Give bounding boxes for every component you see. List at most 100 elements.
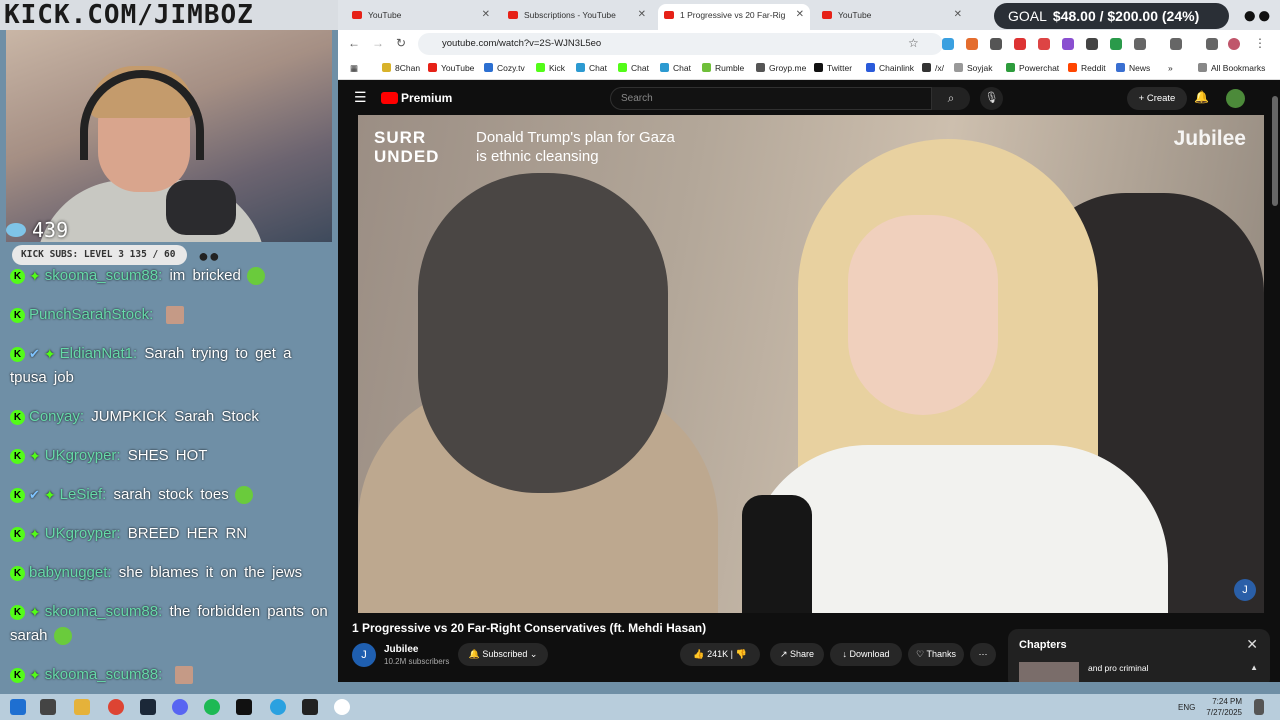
discord-icon[interactable] xyxy=(172,699,188,715)
close-tab-icon[interactable]: ✕ xyxy=(954,4,962,26)
chapter-title[interactable]: and pro criminal xyxy=(1088,663,1148,673)
start-icon[interactable] xyxy=(10,699,26,715)
share-button[interactable]: ↗ Share xyxy=(770,643,824,666)
tab-youtube[interactable]: YouTube ✕ xyxy=(346,4,496,30)
extensions-puzzle-icon[interactable] xyxy=(1134,38,1146,50)
extension-icon[interactable] xyxy=(990,38,1002,50)
close-tab-icon[interactable]: ✕ xyxy=(638,4,646,26)
bookmark-chat[interactable]: Chat xyxy=(576,63,607,73)
reload-icon[interactable]: ↻ xyxy=(396,36,406,50)
caret-up-icon[interactable]: ▲ xyxy=(1250,663,1258,672)
extension-icon[interactable] xyxy=(942,38,954,50)
extension-icon[interactable] xyxy=(1014,38,1026,50)
channel-watermark-icon[interactable]: J xyxy=(1234,579,1256,601)
video-man-head xyxy=(418,173,668,493)
bookmark-kick[interactable]: Kick xyxy=(536,63,565,73)
bookmark-youtube[interactable]: YouTube xyxy=(428,63,474,73)
reading-list-icon[interactable] xyxy=(1206,38,1218,50)
profile-avatar[interactable] xyxy=(1228,38,1240,50)
telegram-icon[interactable] xyxy=(270,699,286,715)
tab-subscriptions[interactable]: Subscriptions - YouTube ✕ xyxy=(502,4,652,30)
tab-youtube-2[interactable]: YouTube ✕ xyxy=(816,4,968,30)
app-icon[interactable] xyxy=(302,699,318,715)
bookmark-twitter[interactable]: Twitter xyxy=(814,63,852,73)
create-button[interactable]: + Create xyxy=(1127,87,1187,110)
download-button[interactable]: ↓ Download xyxy=(830,643,902,666)
kick-badge-icon: K xyxy=(10,604,25,620)
notifications-bell-icon[interactable]: 🔔 xyxy=(1194,90,1209,104)
windows-taskbar: ENG 7:24 PM 7/27/2025 xyxy=(0,694,1280,720)
bookmark-soyjak[interactable]: Soyjak xyxy=(954,63,993,73)
bookmark-reddit[interactable]: Reddit xyxy=(1068,63,1106,73)
channel-name[interactable]: Jubilee xyxy=(384,644,418,655)
video-title: 1 Progressive vs 20 Far-Right Conservati… xyxy=(352,621,707,635)
chrome-icon[interactable] xyxy=(108,699,124,715)
bookmark-news[interactable]: News xyxy=(1116,63,1150,73)
chat-text: JUMPKICK Sarah Stock xyxy=(91,408,259,426)
bookmark-groyp[interactable]: Groyp.me xyxy=(756,63,806,73)
bookmark-8chan[interactable]: 8Chan xyxy=(382,63,420,73)
hamburger-menu-icon[interactable]: ☰ xyxy=(354,89,367,106)
obs-icon[interactable] xyxy=(334,699,350,715)
kick-badge-icon: K xyxy=(10,448,25,464)
task-view-icon[interactable] xyxy=(40,699,56,715)
thanks-button[interactable]: ♡ Thanks xyxy=(908,643,964,666)
bookmark-chat[interactable]: Chat xyxy=(618,63,649,73)
close-tab-icon[interactable]: ✕ xyxy=(796,4,804,26)
logo-text: Premium xyxy=(401,91,453,105)
menu-dots-icon[interactable]: ⋮ xyxy=(1254,36,1266,50)
back-icon[interactable]: ← xyxy=(348,36,360,50)
tab-current-video[interactable]: 1 Progressive vs 20 Far-Rig ✕ xyxy=(658,4,810,30)
bookmark-label: Cozy.tv xyxy=(497,63,525,73)
bookmark-label: Kick xyxy=(549,63,566,73)
account-avatar[interactable] xyxy=(1226,89,1245,108)
extension-icon[interactable] xyxy=(1086,38,1098,50)
bookmark-chainlink[interactable]: Chainlink xyxy=(866,63,914,73)
file-explorer-icon[interactable] xyxy=(74,699,90,715)
more-actions-button[interactable]: ⋯ xyxy=(970,643,996,666)
forward-icon[interactable]: → xyxy=(372,36,384,50)
bookmark-label: Groyp.me xyxy=(769,63,807,73)
channel-avatar[interactable]: J xyxy=(352,643,376,667)
emote-icon xyxy=(53,627,72,646)
spotify-icon[interactable] xyxy=(204,699,220,715)
scrollbar-thumb[interactable] xyxy=(1272,96,1278,206)
bookmark-cozy[interactable]: Cozy.tv xyxy=(484,63,525,73)
youtube-premium-logo[interactable]: Premium xyxy=(381,91,452,105)
video-player[interactable]: SURR UNDED Donald Trump's plan for Gaza … xyxy=(358,115,1264,613)
search-input[interactable]: Search xyxy=(610,87,932,110)
voice-search-button[interactable]: 🎙 xyxy=(980,87,1003,110)
language-indicator[interactable]: ENG xyxy=(1178,703,1195,712)
steam-icon[interactable] xyxy=(140,699,156,715)
more-bookmarks-icon[interactable]: » xyxy=(1168,63,1173,73)
share-label: Share xyxy=(790,649,815,659)
chat-username: UKgroyper: xyxy=(44,447,121,465)
bookmark-x[interactable]: /x/ xyxy=(922,63,944,73)
app-icon[interactable] xyxy=(236,699,252,715)
show-desktop-icon[interactable] xyxy=(1254,699,1264,715)
search-button[interactable]: ⌕ xyxy=(932,87,970,110)
chapter-thumbnail[interactable] xyxy=(1019,662,1079,682)
close-icon[interactable]: ✕ xyxy=(1246,636,1258,653)
bookmark-label: 8Chan xyxy=(395,63,421,73)
page-scrollbar[interactable] xyxy=(1270,82,1280,682)
apps-grid-icon[interactable]: ▦ xyxy=(350,63,358,74)
bookmark-powerchat[interactable]: Powerchat xyxy=(1006,63,1059,73)
extension-icon[interactable] xyxy=(1038,38,1050,50)
address-bar[interactable]: youtube.com/watch?v=2S-WJN3L5eo xyxy=(418,33,943,55)
bookmark-chat[interactable]: Chat xyxy=(660,63,691,73)
extension-icon[interactable] xyxy=(1062,38,1074,50)
subscribed-button[interactable]: 🔔 Subscribed ⌄ xyxy=(458,643,548,666)
close-tab-icon[interactable]: ✕ xyxy=(482,4,490,26)
all-bookmarks[interactable]: All Bookmarks xyxy=(1198,63,1265,73)
extension-icon[interactable] xyxy=(966,38,978,50)
bookmark-rumble[interactable]: Rumble xyxy=(702,63,744,73)
browser-toolbar: ← → ↻ youtube.com/watch?v=2S-WJN3L5eo ☆ … xyxy=(338,30,1280,58)
bookmark-star-icon[interactable]: ☆ xyxy=(908,36,919,50)
like-dislike-group[interactable]: 👍 241K | 👎 xyxy=(680,643,760,666)
chapters-title: Chapters xyxy=(1019,639,1067,651)
bell-icon: 🔔 xyxy=(468,649,480,659)
clock[interactable]: 7:24 PM 7/27/2025 xyxy=(1200,696,1242,718)
extension-icon[interactable] xyxy=(1110,38,1122,50)
side-panel-icon[interactable] xyxy=(1170,38,1182,50)
